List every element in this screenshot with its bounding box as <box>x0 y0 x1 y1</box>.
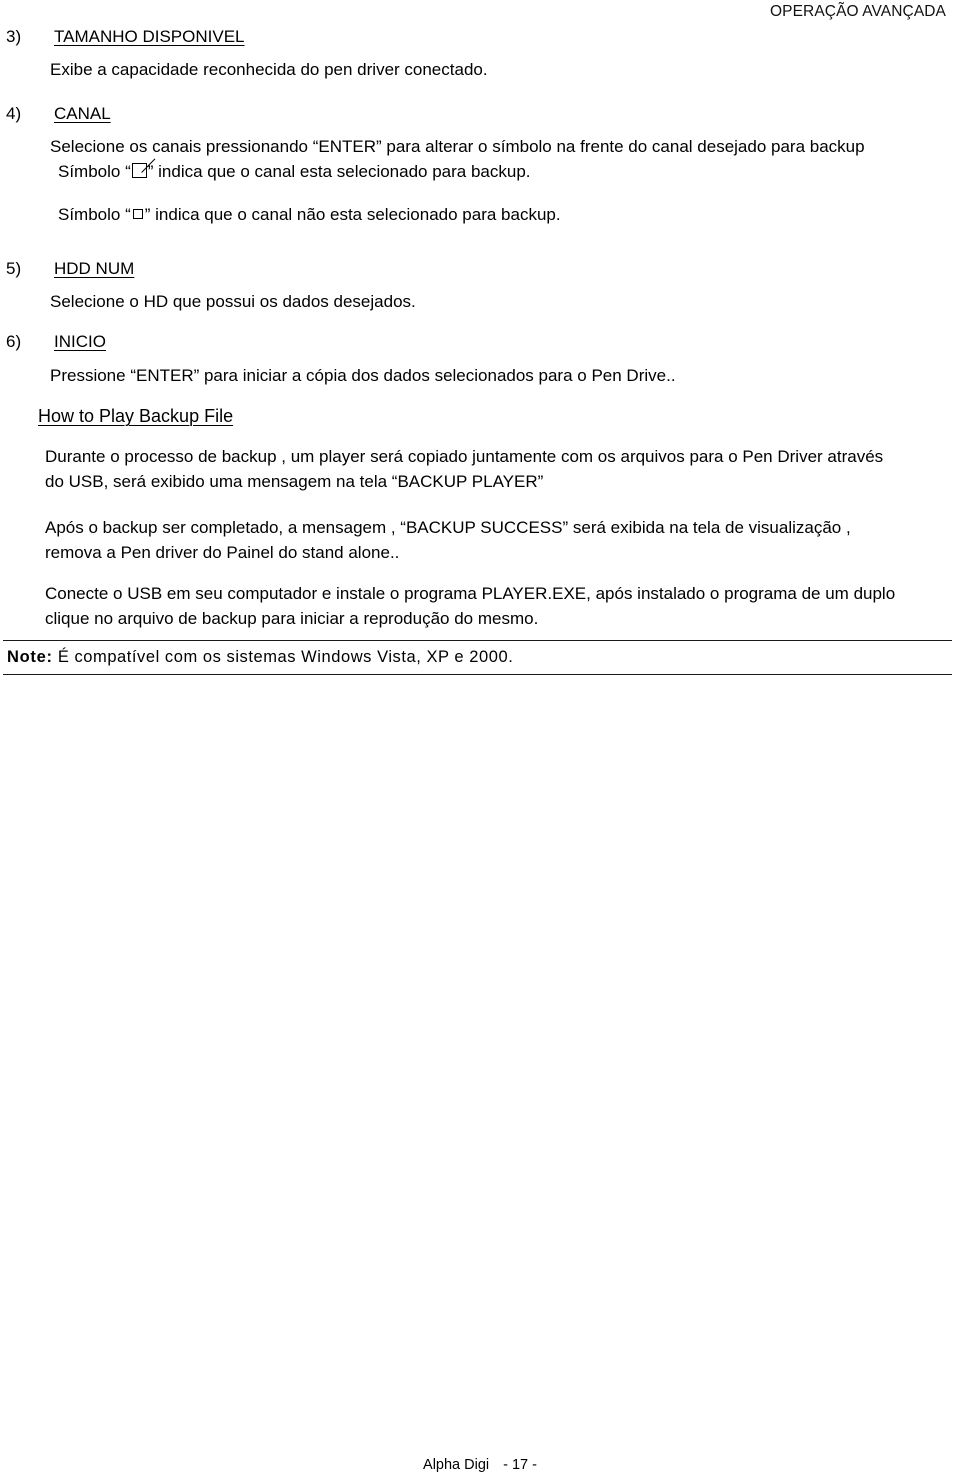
list-marker-5: 5) <box>6 259 22 278</box>
section-6-body-line-1: Pressione “ENTER” para iniciar a cópia d… <box>50 366 676 385</box>
subsection-paragraph-2-line-1: Após o backup ser completado, a mensagem… <box>45 518 851 537</box>
subsection-paragraph-3-line-1: Conecte o USB em seu computador e instal… <box>45 584 896 603</box>
footer-page-number: - 17 - <box>503 1457 537 1473</box>
checkbox-checked-icon <box>131 163 147 178</box>
page-footer: Alpha Digi - 17 - <box>0 1456 960 1474</box>
note-label: Note: <box>7 648 53 666</box>
running-header-title: OPERAÇÃO AVANÇADA <box>770 3 946 20</box>
section-title-hdd-num: HDD NUM <box>54 259 135 278</box>
list-marker-6: 6) <box>6 332 22 351</box>
symbol-checked-line: Símbolo “ ” indica que o canal esta selec… <box>58 161 531 183</box>
symbol-unchecked-suffix: ” indica que o canal não esta selecionad… <box>144 205 561 224</box>
symbol-unchecked-line: Símbolo “ ” indica que o canal não esta s… <box>58 204 561 226</box>
subsection-title-how-to-play-backup-file: How to Play Backup File <box>38 406 234 426</box>
section-4-body-line-1: Selecione os canais pressionando “ENTER”… <box>50 137 865 156</box>
section-title-tamanho-disponivel: TAMANHO DISPONIVEL <box>54 27 245 46</box>
symbol-checked-suffix: ” indica que o canal esta selecionado pa… <box>147 162 531 181</box>
list-marker-3: 3) <box>6 27 22 46</box>
note-text: É compatível com os sistemas Windows Vis… <box>57 648 514 666</box>
footer-brand: Alpha Digi <box>423 1457 490 1473</box>
note-rule-bottom <box>3 674 952 675</box>
note-row: Note: É compatível com os sistemas Windo… <box>3 641 952 673</box>
subsection-paragraph-2-line-2: remova a Pen driver do Painel do stand a… <box>45 543 400 562</box>
section-3-body-line-1: Exibe a capacidade reconhecida do pen dr… <box>50 60 488 79</box>
section-title-inicio: INICIO <box>54 332 106 351</box>
symbol-unchecked-prefix: Símbolo “ <box>58 205 131 224</box>
section-5-body-line-1: Selecione o HD que possui os dados desej… <box>50 292 416 311</box>
subsection-paragraph-3-line-2: clique no arquivo de backup para iniciar… <box>45 609 539 628</box>
section-title-canal: CANAL <box>54 104 111 123</box>
list-marker-4: 4) <box>6 104 22 123</box>
symbol-checked-prefix: Símbolo “ <box>58 162 131 181</box>
subsection-paragraph-1-line-1: Durante o processo de backup , um player… <box>45 447 884 466</box>
note-block: Note: É compatível com os sistemas Windo… <box>3 640 952 675</box>
document-page: OPERAÇÃO AVANÇADA 3) TAMANHO DISPONIVEL … <box>0 0 960 1481</box>
subsection-paragraph-1-line-2: do USB, será exibido uma mensagem na tel… <box>45 472 544 491</box>
checkbox-empty-icon <box>132 209 143 219</box>
